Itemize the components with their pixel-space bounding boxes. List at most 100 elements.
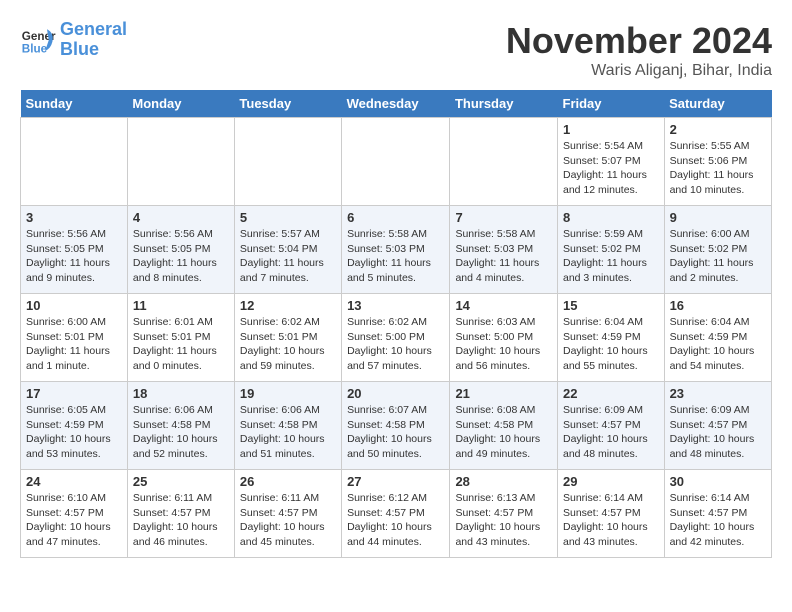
calendar-cell: 5 Sunrise: 5:57 AM Sunset: 5:04 PM Daylig… xyxy=(234,206,341,294)
calendar-cell: 28 Sunrise: 6:13 AM Sunset: 4:57 PM Dayli… xyxy=(450,470,558,558)
calendar-cell: 29 Sunrise: 6:14 AM Sunset: 4:57 PM Dayli… xyxy=(558,470,665,558)
day-number: 25 xyxy=(133,474,229,489)
day-number: 15 xyxy=(563,298,659,313)
day-info: Sunrise: 6:13 AM Sunset: 4:57 PM Dayligh… xyxy=(455,491,552,550)
calendar-cell: 21 Sunrise: 6:08 AM Sunset: 4:58 PM Dayli… xyxy=(450,382,558,470)
calendar-cell: 6 Sunrise: 5:58 AM Sunset: 5:03 PM Daylig… xyxy=(342,206,450,294)
day-number: 24 xyxy=(26,474,122,489)
calendar-week-2: 3 Sunrise: 5:56 AM Sunset: 5:05 PM Daylig… xyxy=(21,206,772,294)
day-info: Sunrise: 6:00 AM Sunset: 5:01 PM Dayligh… xyxy=(26,315,122,374)
calendar-header: SundayMondayTuesdayWednesdayThursdayFrid… xyxy=(21,90,772,118)
weekday-header-sunday: Sunday xyxy=(21,90,128,118)
day-number: 14 xyxy=(455,298,552,313)
day-info: Sunrise: 5:57 AM Sunset: 5:04 PM Dayligh… xyxy=(240,227,336,286)
calendar-cell: 20 Sunrise: 6:07 AM Sunset: 4:58 PM Dayli… xyxy=(342,382,450,470)
weekday-header-tuesday: Tuesday xyxy=(234,90,341,118)
day-info: Sunrise: 6:14 AM Sunset: 4:57 PM Dayligh… xyxy=(670,491,766,550)
weekday-header-row: SundayMondayTuesdayWednesdayThursdayFrid… xyxy=(21,90,772,118)
day-number: 11 xyxy=(133,298,229,313)
day-info: Sunrise: 5:54 AM Sunset: 5:07 PM Dayligh… xyxy=(563,139,659,198)
calendar-cell xyxy=(127,118,234,206)
calendar-cell: 1 Sunrise: 5:54 AM Sunset: 5:07 PM Daylig… xyxy=(558,118,665,206)
day-number: 8 xyxy=(563,210,659,225)
day-info: Sunrise: 6:08 AM Sunset: 4:58 PM Dayligh… xyxy=(455,403,552,462)
day-number: 26 xyxy=(240,474,336,489)
calendar-cell: 22Sunrise: 6:09 AM Sunset: 4:57 PM Dayli… xyxy=(558,382,665,470)
day-info: Sunrise: 6:05 AM Sunset: 4:59 PM Dayligh… xyxy=(26,403,122,462)
calendar-cell xyxy=(234,118,341,206)
day-number: 12 xyxy=(240,298,336,313)
calendar-cell: 27Sunrise: 6:12 AM Sunset: 4:57 PM Dayli… xyxy=(342,470,450,558)
calendar-cell: 4Sunrise: 5:56 AM Sunset: 5:05 PM Daylig… xyxy=(127,206,234,294)
day-number: 4 xyxy=(133,210,229,225)
calendar-cell xyxy=(450,118,558,206)
day-info: Sunrise: 6:12 AM Sunset: 4:57 PM Dayligh… xyxy=(347,491,444,550)
calendar-cell xyxy=(21,118,128,206)
day-info: Sunrise: 6:09 AM Sunset: 4:57 PM Dayligh… xyxy=(563,403,659,462)
calendar-cell: 12Sunrise: 6:02 AM Sunset: 5:01 PM Dayli… xyxy=(234,294,341,382)
day-info: Sunrise: 6:10 AM Sunset: 4:57 PM Dayligh… xyxy=(26,491,122,550)
day-number: 7 xyxy=(455,210,552,225)
calendar-cell: 11 Sunrise: 6:01 AM Sunset: 5:01 PM Dayli… xyxy=(127,294,234,382)
day-info: Sunrise: 6:09 AM Sunset: 4:57 PM Dayligh… xyxy=(670,403,766,462)
logo-icon: General Blue xyxy=(20,22,56,58)
calendar-cell: 30 Sunrise: 6:14 AM Sunset: 4:57 PM Dayli… xyxy=(664,470,771,558)
day-number: 3 xyxy=(26,210,122,225)
day-number: 30 xyxy=(670,474,766,489)
calendar-week-3: 10Sunrise: 6:00 AM Sunset: 5:01 PM Dayli… xyxy=(21,294,772,382)
day-info: Sunrise: 6:14 AM Sunset: 4:57 PM Dayligh… xyxy=(563,491,659,550)
day-number: 18 xyxy=(133,386,229,401)
calendar-body: 1 Sunrise: 5:54 AM Sunset: 5:07 PM Daylig… xyxy=(21,118,772,558)
calendar-week-5: 24 Sunrise: 6:10 AM Sunset: 4:57 PM Dayli… xyxy=(21,470,772,558)
day-info: Sunrise: 5:58 AM Sunset: 5:03 PM Dayligh… xyxy=(347,227,444,286)
day-info: Sunrise: 6:03 AM Sunset: 5:00 PM Dayligh… xyxy=(455,315,552,374)
calendar-cell: 9Sunrise: 6:00 AM Sunset: 5:02 PM Daylig… xyxy=(664,206,771,294)
day-info: Sunrise: 6:06 AM Sunset: 4:58 PM Dayligh… xyxy=(240,403,336,462)
day-number: 5 xyxy=(240,210,336,225)
title-block: November 2024 Waris Aliganj, Bihar, Indi… xyxy=(506,20,772,80)
calendar-cell: 23 Sunrise: 6:09 AM Sunset: 4:57 PM Dayli… xyxy=(664,382,771,470)
day-number: 9 xyxy=(670,210,766,225)
day-number: 21 xyxy=(455,386,552,401)
calendar-cell: 10Sunrise: 6:00 AM Sunset: 5:01 PM Dayli… xyxy=(21,294,128,382)
calendar-cell: 17 Sunrise: 6:05 AM Sunset: 4:59 PM Dayli… xyxy=(21,382,128,470)
weekday-header-saturday: Saturday xyxy=(664,90,771,118)
calendar-week-1: 1 Sunrise: 5:54 AM Sunset: 5:07 PM Daylig… xyxy=(21,118,772,206)
calendar-cell: 3 Sunrise: 5:56 AM Sunset: 5:05 PM Daylig… xyxy=(21,206,128,294)
day-info: Sunrise: 5:59 AM Sunset: 5:02 PM Dayligh… xyxy=(563,227,659,286)
day-info: Sunrise: 6:07 AM Sunset: 4:58 PM Dayligh… xyxy=(347,403,444,462)
day-info: Sunrise: 5:55 AM Sunset: 5:06 PM Dayligh… xyxy=(670,139,766,198)
calendar-week-4: 17 Sunrise: 6:05 AM Sunset: 4:59 PM Dayli… xyxy=(21,382,772,470)
day-number: 16 xyxy=(670,298,766,313)
day-number: 6 xyxy=(347,210,444,225)
calendar-cell: 18 Sunrise: 6:06 AM Sunset: 4:58 PM Dayli… xyxy=(127,382,234,470)
day-number: 19 xyxy=(240,386,336,401)
calendar-cell: 13Sunrise: 6:02 AM Sunset: 5:00 PM Dayli… xyxy=(342,294,450,382)
calendar-cell xyxy=(342,118,450,206)
month-title: November 2024 xyxy=(506,20,772,62)
day-info: Sunrise: 6:04 AM Sunset: 4:59 PM Dayligh… xyxy=(670,315,766,374)
day-info: Sunrise: 6:01 AM Sunset: 5:01 PM Dayligh… xyxy=(133,315,229,374)
day-number: 28 xyxy=(455,474,552,489)
calendar-cell: 7Sunrise: 5:58 AM Sunset: 5:03 PM Daylig… xyxy=(450,206,558,294)
weekday-header-monday: Monday xyxy=(127,90,234,118)
day-number: 29 xyxy=(563,474,659,489)
calendar-cell: 8 Sunrise: 5:59 AM Sunset: 5:02 PM Daylig… xyxy=(558,206,665,294)
calendar-cell: 2 Sunrise: 5:55 AM Sunset: 5:06 PM Daylig… xyxy=(664,118,771,206)
day-info: Sunrise: 6:11 AM Sunset: 4:57 PM Dayligh… xyxy=(240,491,336,550)
location: Waris Aliganj, Bihar, India xyxy=(506,62,772,80)
day-number: 17 xyxy=(26,386,122,401)
day-number: 20 xyxy=(347,386,444,401)
weekday-header-wednesday: Wednesday xyxy=(342,90,450,118)
day-number: 23 xyxy=(670,386,766,401)
day-number: 1 xyxy=(563,122,659,137)
day-info: Sunrise: 6:06 AM Sunset: 4:58 PM Dayligh… xyxy=(133,403,229,462)
day-number: 2 xyxy=(670,122,766,137)
day-info: Sunrise: 5:56 AM Sunset: 5:05 PM Dayligh… xyxy=(26,227,122,286)
weekday-header-friday: Friday xyxy=(558,90,665,118)
svg-text:Blue: Blue xyxy=(22,42,48,55)
calendar-cell: 19 Sunrise: 6:06 AM Sunset: 4:58 PM Dayli… xyxy=(234,382,341,470)
logo-text: General Blue xyxy=(60,20,127,60)
day-info: Sunrise: 6:04 AM Sunset: 4:59 PM Dayligh… xyxy=(563,315,659,374)
day-info: Sunrise: 6:11 AM Sunset: 4:57 PM Dayligh… xyxy=(133,491,229,550)
